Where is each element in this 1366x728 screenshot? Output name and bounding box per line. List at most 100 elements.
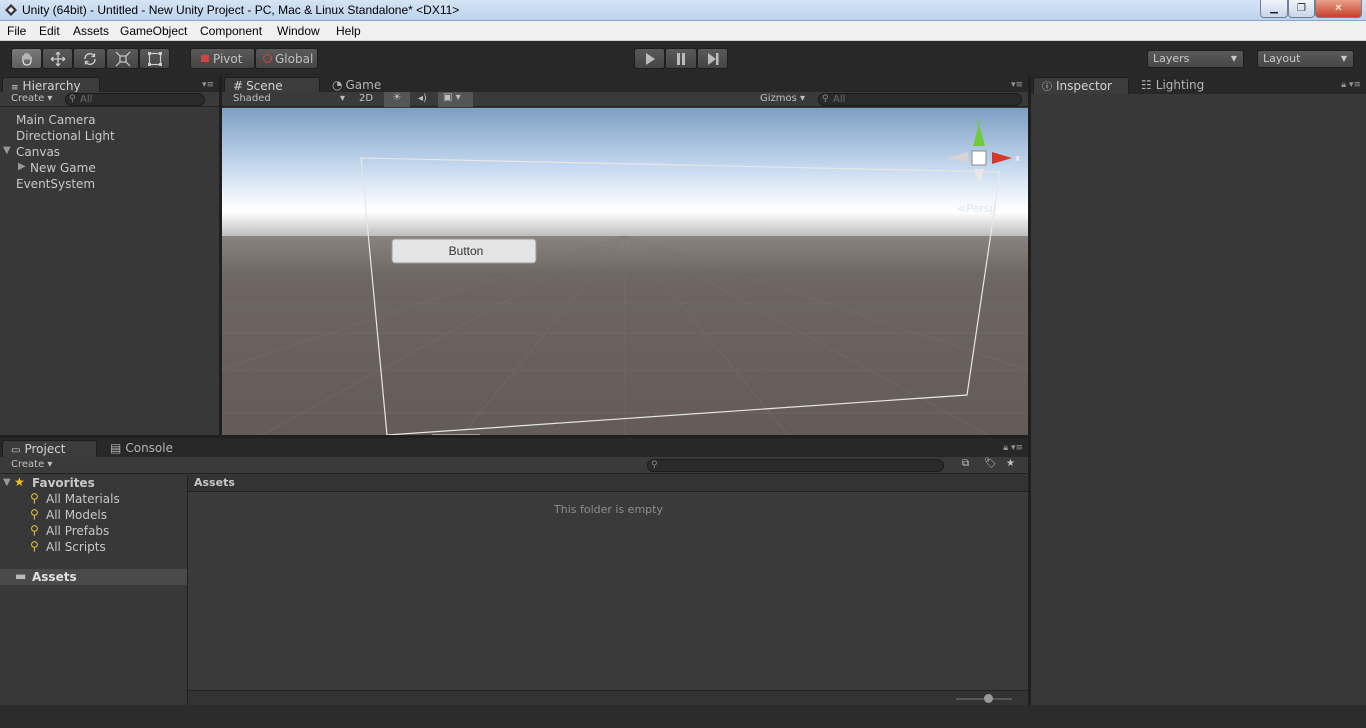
scale-icon (115, 51, 130, 66)
icon-size-slider-thumb[interactable] (984, 694, 993, 703)
menu-edit[interactable]: Edit (39, 24, 60, 38)
inspector-tabstrip: ⓘ Inspector ☷ Lighting 🔒︎ ▾≡ (1031, 75, 1366, 94)
search-icon: ⚲ (30, 491, 39, 505)
move-tool-button[interactable] (42, 48, 73, 69)
chevron-down-icon: ▼ (1230, 54, 1237, 63)
hierarchy-item-directional-light[interactable]: Directional Light (16, 129, 115, 143)
step-button[interactable] (697, 48, 728, 69)
pivot-toggle[interactable]: Pivot (190, 48, 255, 69)
step-icon (707, 52, 718, 65)
hierarchy-item-main-camera[interactable]: Main Camera (16, 113, 96, 127)
chevron-down-icon: ▼ (1340, 54, 1347, 63)
menu-window[interactable]: Window (277, 24, 320, 38)
persp-arrow-icon: < (957, 202, 967, 215)
window-titlebar: Unity (64bit) - Untitled - New Unity Pro… (0, 0, 1366, 21)
scene-viewport[interactable]: Button y x <Persp (222, 108, 1028, 435)
scene-lighting-toggle[interactable]: ☀ (384, 92, 410, 107)
layout-dropdown[interactable]: Layout ▼ (1257, 50, 1354, 68)
project-search-input[interactable]: ⚲ (647, 459, 944, 472)
menu-assets[interactable]: Assets (73, 24, 109, 38)
window-title: Unity (64bit) - Untitled - New Unity Pro… (22, 3, 460, 17)
panel-menu-icon[interactable]: ▾≡ (1011, 443, 1023, 453)
pause-button[interactable] (665, 48, 697, 69)
shading-mode-dropdown[interactable]: Shaded ▾ (233, 93, 345, 104)
project-footer (188, 690, 1028, 705)
layers-dropdown[interactable]: Layers ▼ (1147, 50, 1244, 68)
rotate-icon (83, 52, 96, 65)
gizmo-x-axis[interactable] (992, 152, 1012, 164)
hand-tool-button[interactable] (11, 48, 42, 69)
search-placeholder: All (80, 94, 93, 105)
ui-button-text: Button (449, 244, 484, 258)
gizmo-neg-x-axis[interactable] (947, 152, 968, 164)
lock-icon[interactable]: 🔒︎ (1341, 80, 1346, 90)
scene-search-input[interactable]: ⚲ All (818, 93, 1022, 106)
gizmos-dropdown[interactable]: Gizmos ▾ (760, 93, 805, 104)
tab-lighting[interactable]: ☷ Lighting (1133, 77, 1223, 94)
favorite-all-scripts[interactable]: All Scripts (46, 540, 106, 554)
status-bar (0, 705, 1366, 728)
save-search-star-icon[interactable]: ★ (1006, 458, 1015, 469)
project-panel: ▭ Project ▤ Console 🔒︎ ▾≡ Create ▾ ⚲ ⧉ 🏷︎ … (0, 438, 1028, 705)
favorite-all-prefabs[interactable]: All Prefabs (46, 524, 109, 538)
unity-logo-icon (5, 4, 17, 16)
scene-effects-dropdown[interactable]: ▣ ▾ (438, 92, 473, 107)
global-toggle[interactable]: Global (255, 48, 318, 69)
filter-by-type-icon[interactable]: ⧉ (962, 458, 969, 469)
search-icon: ⚲ (30, 507, 39, 521)
scene-gizmo[interactable]: y x (944, 118, 1024, 198)
folder-icon: ▭ (11, 445, 21, 456)
gizmo-center[interactable] (971, 150, 987, 166)
favorite-all-materials[interactable]: All Materials (46, 492, 120, 506)
hierarchy-panel: ≡ Hierarchy ▾≡ Create ▾ ⚲ All Main Camera … (0, 75, 219, 435)
hierarchy-search-input[interactable]: ⚲ All (65, 93, 205, 106)
tab-project[interactable]: ▭ Project (2, 440, 97, 457)
scale-tool-button[interactable] (106, 48, 139, 69)
lock-icon[interactable]: 🔒︎ (1003, 443, 1008, 453)
sun-icon: ☀ (392, 92, 402, 103)
persp-label[interactable]: <Persp (957, 202, 996, 215)
play-button[interactable] (634, 48, 665, 69)
expand-arrow-icon[interactable]: ▼ (3, 477, 11, 488)
expand-arrow-icon[interactable]: ▼ (3, 145, 11, 156)
menu-component[interactable]: Component (200, 24, 262, 38)
create-label: Create (11, 459, 45, 470)
panel-menu-icon[interactable]: ▾≡ (1011, 80, 1023, 90)
gizmo-y-label: y (976, 118, 982, 128)
hierarchy-create-button[interactable]: Create ▾ (11, 93, 52, 104)
assets-folder-row[interactable]: ▬ Assets (0, 569, 187, 585)
favorite-all-models[interactable]: All Models (46, 508, 107, 522)
hierarchy-item-canvas[interactable]: Canvas (16, 145, 60, 159)
scene-audio-toggle[interactable]: ◂) (418, 93, 427, 104)
collapse-arrow-icon[interactable]: ▶ (18, 161, 26, 172)
minimize-button[interactable]: ▁ (1260, 0, 1288, 18)
maximize-button[interactable]: ❐ (1288, 0, 1315, 18)
scene-render: Button (222, 108, 1028, 435)
close-button[interactable]: ✕ (1315, 0, 1362, 18)
menu-help[interactable]: Help (336, 24, 361, 38)
rotate-tool-button[interactable] (73, 48, 106, 69)
project-breadcrumb-bar: Assets (188, 475, 1028, 492)
panel-menu-icon[interactable]: ▾≡ (1349, 80, 1361, 90)
filter-by-label-icon[interactable]: 🏷︎ (984, 458, 997, 469)
favorites-label[interactable]: Favorites (32, 476, 95, 490)
gizmos-label: Gizmos (760, 93, 797, 104)
menu-gameobject[interactable]: GameObject (120, 24, 187, 38)
rect-tool-button[interactable] (139, 48, 170, 69)
move-icon (50, 51, 65, 66)
panel-menu-icon[interactable]: ▾≡ (202, 80, 214, 90)
2d-toggle-button[interactable]: 2D (359, 93, 373, 104)
hierarchy-item-new-game[interactable]: New Game (30, 161, 96, 175)
assets-folder-label: Assets (32, 570, 77, 584)
tab-hierarchy-label: Hierarchy (22, 79, 81, 93)
scene-panel: # Scene ◔ Game ▾≡ Shaded ▾ 2D ☀ ◂) ▣ ▾ Gizm… (222, 75, 1028, 435)
tab-inspector[interactable]: ⓘ Inspector (1033, 77, 1129, 94)
gizmo-neg-y-axis[interactable] (974, 169, 984, 186)
breadcrumb[interactable]: Assets (194, 476, 235, 489)
menu-file[interactable]: File (7, 24, 26, 38)
tab-console[interactable]: ▤ Console (102, 440, 182, 457)
global-icon (263, 54, 272, 63)
project-tabstrip: ▭ Project ▤ Console 🔒︎ ▾≡ (0, 438, 1028, 457)
hierarchy-item-eventsystem[interactable]: EventSystem (16, 177, 95, 191)
project-create-button[interactable]: Create ▾ (11, 459, 52, 470)
